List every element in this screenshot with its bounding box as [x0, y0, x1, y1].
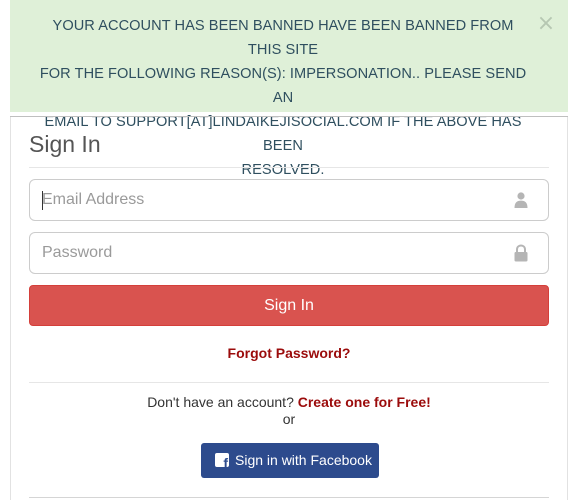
facebook-button-label: Sign in with Facebook: [235, 452, 372, 468]
lock-icon: [514, 244, 528, 262]
signup-prompt-text: Don't have an account?: [147, 394, 294, 410]
password-input[interactable]: [42, 233, 502, 273]
signup-prompt-row: Don't have an account? Create one for Fr…: [29, 394, 549, 410]
alert-message-line-2: FOR THE FOLLOWING REASON(S): IMPERSONATI…: [39, 66, 527, 106]
page: YOUR ACCOUNT HAS BEEN BANNED HAVE BEEN B…: [0, 0, 578, 500]
facebook-icon: f: [215, 453, 229, 467]
ban-alert: YOUR ACCOUNT HAS BEEN BANNED HAVE BEEN B…: [10, 0, 568, 178]
sign-in-button[interactable]: Sign In: [29, 285, 549, 326]
close-icon[interactable]: ×: [536, 13, 556, 35]
or-separator: or: [282, 411, 296, 427]
section-divider: [29, 382, 549, 383]
facebook-sign-in-button[interactable]: f Sign in with Facebook: [201, 443, 379, 478]
page-title: Sign In: [29, 131, 101, 157]
alert-message-line-1: YOUR ACCOUNT HAS BEEN BANNED HAVE BEEN B…: [52, 18, 514, 58]
title-divider: [29, 167, 549, 168]
email-field[interactable]: [29, 179, 549, 221]
email-input[interactable]: [42, 180, 502, 220]
password-field[interactable]: [29, 232, 549, 274]
text-cursor: [42, 191, 43, 210]
signin-card: Sign In Sign In Forgot Password? Don't h…: [10, 117, 568, 500]
forgot-password-link[interactable]: Forgot Password?: [29, 345, 549, 361]
create-account-link[interactable]: Create one for Free!: [298, 394, 431, 410]
bottom-divider: [29, 497, 549, 498]
user-icon: [514, 192, 528, 208]
